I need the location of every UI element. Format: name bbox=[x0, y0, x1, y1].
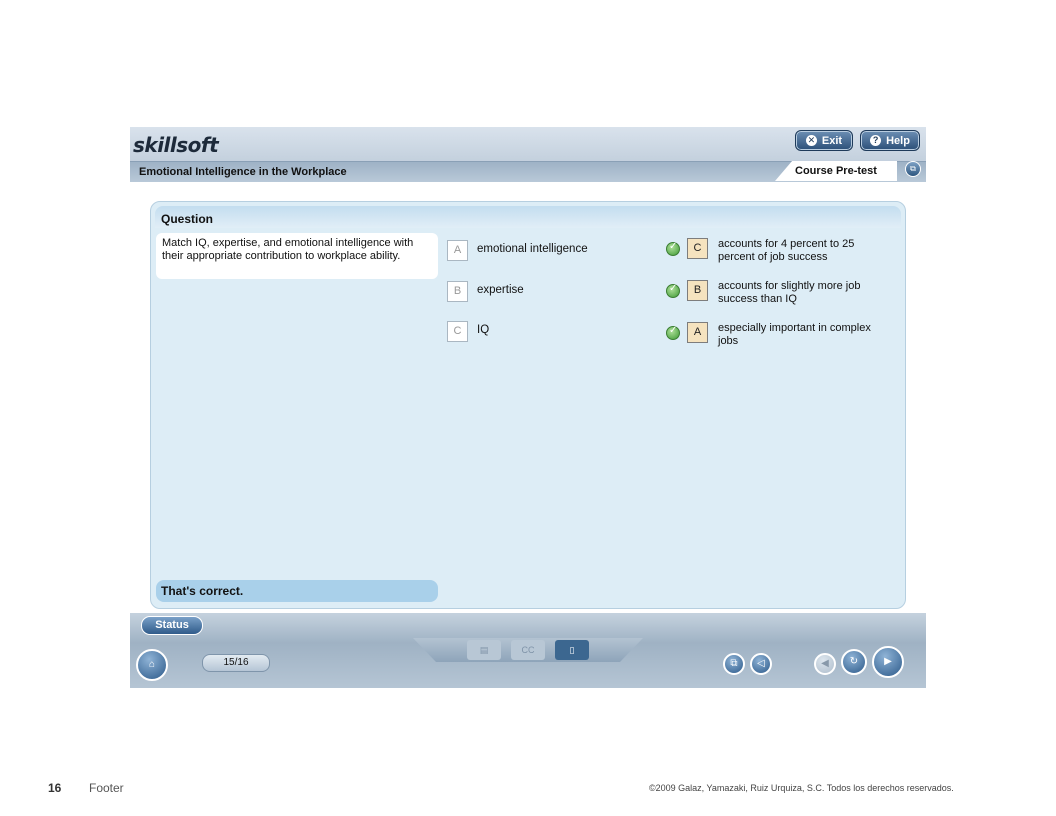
item-letter-c[interactable]: C bbox=[447, 321, 468, 342]
tab-course-pretest[interactable]: Course Pre-test bbox=[775, 161, 897, 181]
exit-button[interactable]: ✕ Exit bbox=[795, 130, 853, 151]
tab-label: Course Pre-test bbox=[795, 165, 877, 177]
exit-label: Exit bbox=[821, 134, 843, 147]
answer-text-1: accounts for 4 percent to 25 percent of … bbox=[718, 238, 855, 263]
help-button[interactable]: ? Help bbox=[860, 130, 920, 151]
answer-text-3: especially important in complex jobs bbox=[718, 322, 871, 347]
status-button[interactable]: Status bbox=[141, 616, 203, 635]
question-icon: ? bbox=[870, 135, 882, 146]
skillsoft-logo: skillsoft bbox=[133, 133, 219, 157]
course-player: skillsoft ✕ Exit ? Help Emotional Intell… bbox=[130, 127, 926, 688]
item-letter-b[interactable]: B bbox=[447, 281, 468, 302]
header: skillsoft ✕ Exit ? Help Emotional Intell… bbox=[130, 127, 926, 182]
question-header: Question bbox=[155, 206, 901, 228]
question-text: Match IQ, expertise, and emotional intel… bbox=[162, 237, 414, 262]
home-icon[interactable]: ⌂ bbox=[136, 649, 168, 681]
feedback-text: That's correct. bbox=[161, 584, 244, 598]
correct-check-icon bbox=[666, 241, 680, 256]
footer-label: Footer bbox=[89, 781, 124, 795]
audio-icon[interactable]: ◁ bbox=[750, 653, 772, 675]
correct-check-icon bbox=[666, 283, 680, 298]
replay-icon[interactable]: ↻ bbox=[841, 649, 867, 675]
notes-icon[interactable]: ▯ bbox=[555, 640, 589, 660]
answer-slot-3[interactable]: A bbox=[687, 322, 708, 343]
close-icon: ✕ bbox=[805, 135, 817, 146]
answer-text-2: accounts for slightly more job success t… bbox=[718, 280, 861, 305]
page-number: 16 bbox=[48, 781, 62, 795]
next-icon[interactable]: ▶ bbox=[872, 646, 904, 678]
question-panel: Question Match IQ, expertise, and emotio… bbox=[150, 201, 906, 609]
feedback-box: That's correct. bbox=[156, 580, 438, 602]
item-label-b: expertise bbox=[477, 284, 524, 296]
transcript-icon[interactable]: ▤ bbox=[467, 640, 501, 660]
answer-slot-1[interactable]: C bbox=[687, 238, 708, 259]
correct-check-icon bbox=[666, 325, 680, 340]
course-title: Emotional Intelligence in the Workplace bbox=[139, 166, 347, 178]
control-bar: Status ⌂ 15/16 ▤ CC ▯ ⧉ ◁ ◀ ↻ ▶ bbox=[130, 613, 926, 688]
page-counter: 15/16 bbox=[202, 654, 270, 672]
help-label: Help bbox=[886, 134, 910, 147]
item-label-a: emotional intelligence bbox=[477, 243, 588, 255]
question-label: Question bbox=[161, 212, 214, 226]
bookmark-icon[interactable]: ⧉ bbox=[723, 653, 745, 675]
item-label-c: IQ bbox=[477, 324, 490, 336]
item-letter-a[interactable]: A bbox=[447, 240, 468, 261]
question-box: Match IQ, expertise, and emotional intel… bbox=[156, 233, 438, 279]
copyright: ©2009 Galaz, Yamazaki, Ruiz Urquiza, S.C… bbox=[649, 783, 954, 793]
closed-caption-icon[interactable]: CC bbox=[511, 640, 545, 660]
popout-icon[interactable]: ⧉ bbox=[905, 161, 921, 177]
answer-slot-2[interactable]: B bbox=[687, 280, 708, 301]
previous-icon[interactable]: ◀ bbox=[814, 653, 836, 675]
